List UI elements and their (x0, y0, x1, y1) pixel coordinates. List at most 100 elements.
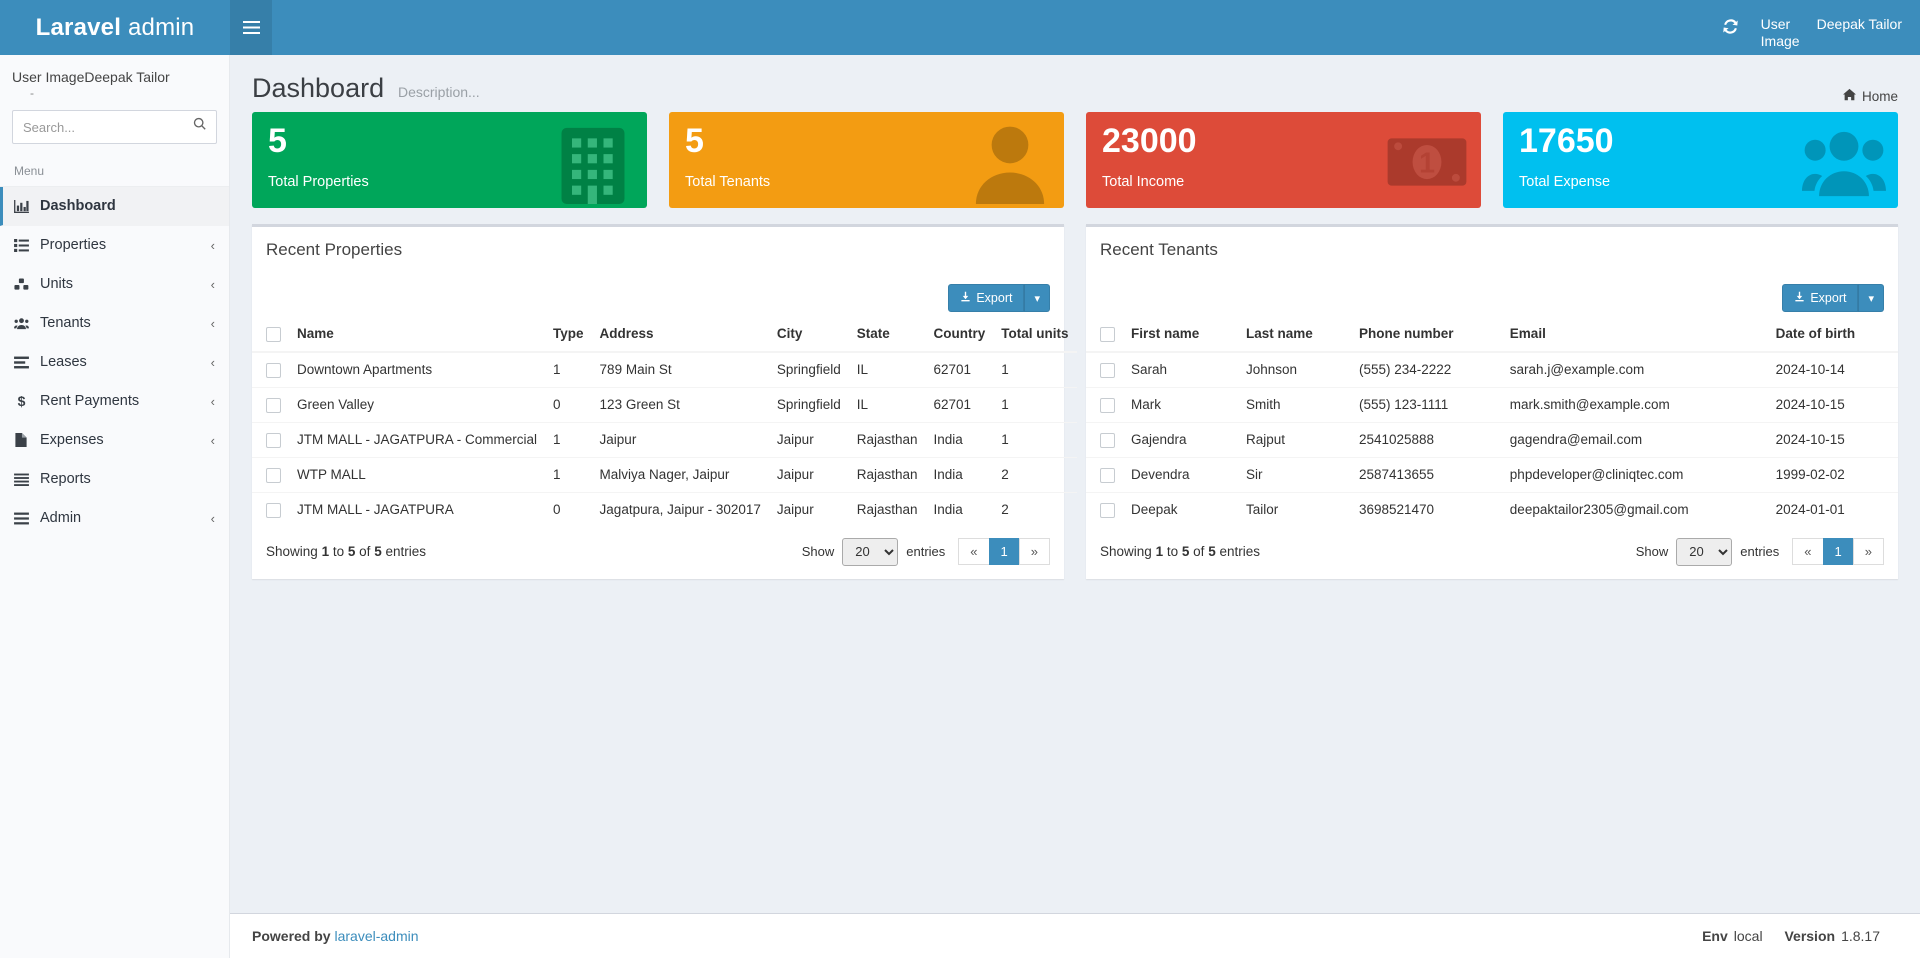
table-row[interactable]: Mark Smith (555) 123-1111 mark.smith@exampl… (1086, 386, 1898, 423)
page-length-select[interactable]: 10203050100 (1676, 537, 1733, 566)
download-icon (1794, 291, 1805, 305)
row-select-cell (252, 421, 289, 458)
sidebar-item-tenants[interactable]: Tenants ‹ (0, 304, 229, 343)
stat-box-total-properties[interactable]: 5 Total Properties (252, 112, 647, 208)
stat-boxes: 5 Total Properties 5 Total Tenants 23000 Tota… (252, 112, 1898, 208)
table-row[interactable]: Devendra Sir 2587413655 phpdeveloper@cliniq… (1086, 456, 1898, 493)
search-input[interactable] (12, 110, 217, 145)
sidebar-user-panel[interactable]: User ImageDeepak Tailor - (0, 55, 229, 102)
sidebar-item-rent-payments[interactable]: $ Rent Payments ‹ (0, 382, 229, 421)
sidebar-item-label: Reports (40, 471, 91, 488)
table-cell: Sarah (1123, 351, 1239, 388)
sidebar-item-properties[interactable]: Properties ‹ (0, 226, 229, 265)
chevron-left-icon: ‹ (210, 432, 215, 448)
stat-box-total-expense[interactable]: 17650 Total Expense (1503, 112, 1898, 208)
table-header-row: First name Last name Phone number Email Date… (1086, 317, 1898, 353)
row-checkbox[interactable] (1100, 397, 1115, 413)
footer-meta: Env local Version 1.8.17 (1702, 928, 1898, 944)
stat-box-total-income[interactable]: 23000 Total Income 1 (1086, 112, 1481, 208)
page-description: Description... (397, 84, 480, 100)
chevron-left-icon: ‹ (210, 276, 215, 292)
refresh-icon[interactable] (1722, 18, 1739, 38)
select-all-checkbox[interactable] (266, 326, 281, 342)
table-cell: 2024-10-15 (1767, 421, 1898, 458)
table-cell: 1 (545, 456, 592, 493)
select-all-checkbox[interactable] (1100, 326, 1115, 342)
row-select-cell (1086, 386, 1123, 423)
pagination-prev[interactable]: « (958, 538, 990, 566)
sidebar-item-admin[interactable]: Admin ‹ (0, 499, 229, 538)
page-title: Dashboard (252, 73, 385, 103)
sidebar-item-label: Dashboard (40, 198, 116, 215)
sidebar-menu: Dashboard Properties ‹ Units ‹ Tenants ‹ Leases… (0, 187, 229, 538)
show-label: Show (801, 544, 835, 560)
table-cell: India (925, 421, 994, 458)
row-select-cell (1086, 421, 1123, 458)
table-row[interactable]: Green Valley 0 123 Green St Springfield IL 62… (252, 386, 1077, 423)
stat-box-total-tenants[interactable]: 5 Total Tenants (669, 112, 1064, 208)
table-cell: IL (848, 351, 926, 388)
footer-powered-link[interactable]: laravel-admin (334, 928, 418, 944)
align-justify-icon (14, 473, 40, 486)
row-checkbox[interactable] (266, 502, 281, 518)
row-checkbox[interactable] (1100, 502, 1115, 518)
row-checkbox[interactable] (266, 362, 281, 378)
export-dropdown-toggle[interactable]: ▾ (1024, 284, 1050, 312)
pagination-prev[interactable]: « (1792, 538, 1824, 566)
export-button[interactable]: Export (948, 284, 1025, 312)
table-row[interactable]: Gajendra Rajput 2541025888 gagendra@email.c… (1086, 421, 1898, 458)
row-checkbox[interactable] (1100, 467, 1115, 483)
tenants-toolbar: Export ▾ (1086, 273, 1898, 317)
sidebar-item-expenses[interactable]: Expenses ‹ (0, 421, 229, 460)
users-icon (14, 317, 40, 330)
sidebar-toggle-button[interactable] (230, 0, 272, 55)
footer-powered-by: Powered by laravel-admin (252, 928, 419, 944)
navbar-user-menu[interactable]: User Image Deepak Tailor (1761, 5, 1902, 51)
pagination: « 1 » (958, 538, 1050, 566)
recent-tenants-panel: Recent Tenants Export ▾ First name Last … (1086, 224, 1898, 579)
pagination-next[interactable]: » (1852, 538, 1884, 566)
brand-logo[interactable]: Laravel admin (0, 0, 230, 55)
table-cell: Downtown Apartments (289, 351, 546, 388)
export-dropdown-toggle[interactable]: ▾ (1858, 284, 1884, 312)
row-checkbox[interactable] (266, 467, 281, 483)
info-suffix: entries (1219, 544, 1260, 560)
table-cell: India (925, 456, 994, 493)
row-checkbox[interactable] (1100, 432, 1115, 448)
row-checkbox[interactable] (266, 432, 281, 448)
row-checkbox[interactable] (266, 397, 281, 413)
sidebar-item-leases[interactable]: Leases ‹ (0, 343, 229, 382)
main-footer: Powered by laravel-admin Env local Versio… (230, 913, 1920, 958)
user-image-placeholder: User Image (1760, 15, 1800, 50)
table-row[interactable]: Downtown Apartments 1 789 Main St Springfie… (252, 351, 1077, 388)
show-label: Show (1635, 544, 1669, 560)
table-cell: Springfield (768, 386, 849, 423)
table-row[interactable]: Sarah Johnson (555) 234-2222 sarah.j@exampl… (1086, 351, 1898, 388)
table-cell: Smith (1238, 386, 1351, 423)
table-row[interactable]: WTP MALL 1 Malviya Nager, Jaipur Jaipur Raja… (252, 456, 1077, 493)
table-cell: India (925, 491, 994, 527)
table-row[interactable]: Deepak Tailor 3698521470 deepaktailor2305@g… (1086, 491, 1898, 527)
chevron-down-icon: ▾ (1868, 292, 1874, 305)
table-cell: Jaipur (768, 456, 849, 493)
properties-info: Showing 1 to 5 of 5 entries (266, 544, 426, 559)
pagination-page-1[interactable]: 1 (1822, 538, 1854, 566)
table-row[interactable]: JTM MALL - JAGATPURA - Commercial 1 Jaipur… (252, 421, 1077, 458)
breadcrumb[interactable]: Home (1842, 88, 1898, 104)
table-cell: Jaipur (768, 491, 849, 527)
sidebar-item-reports[interactable]: Reports (0, 460, 229, 499)
sidebar-item-label: Properties (40, 237, 107, 254)
chevron-left-icon: ‹ (210, 237, 215, 253)
row-select-cell (252, 386, 289, 423)
pagination-page-1[interactable]: 1 (988, 538, 1020, 566)
sidebar-item-dashboard[interactable]: Dashboard (0, 187, 229, 227)
pagination-next[interactable]: » (1018, 538, 1050, 566)
row-checkbox[interactable] (1100, 362, 1115, 378)
table-row[interactable]: JTM MALL - JAGATPURA 0 Jagatpura, Jaipur -… (252, 491, 1077, 527)
info-prefix: Showing (266, 544, 318, 560)
user-icon (968, 120, 1052, 204)
export-button[interactable]: Export (1782, 284, 1859, 312)
sidebar-item-units[interactable]: Units ‹ (0, 265, 229, 304)
brand-bold: Laravel (35, 13, 122, 41)
page-length-select[interactable]: 10203050100 (842, 537, 899, 566)
